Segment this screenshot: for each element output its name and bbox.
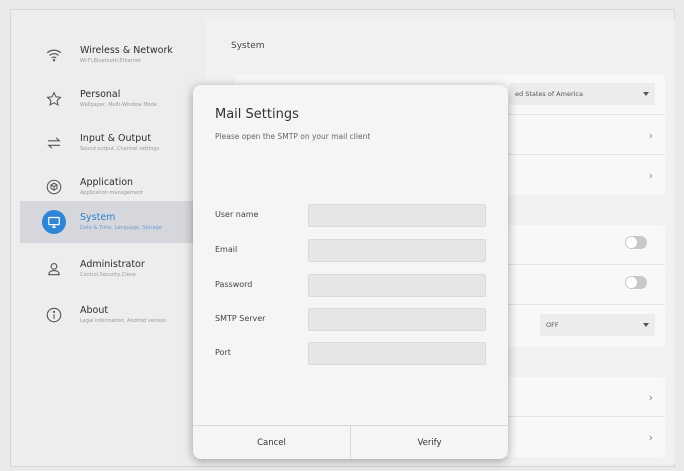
sidebar-item-label: System [80, 212, 116, 223]
password-label: Password [215, 280, 253, 289]
sidebar-item-administrator[interactable]: Administrator Control,Security,Clone [30, 247, 205, 291]
settings-sidebar: Wireless & Network Wi-Fi,Bluetooth,Ether… [20, 19, 206, 464]
username-field[interactable] [308, 204, 486, 227]
chevron-right-icon: › [648, 129, 653, 142]
sidebar-item-sublabel: Date & Time, Language, Storage [80, 225, 162, 231]
sidebar-item-sublabel: Control,Security,Clone [80, 272, 136, 278]
smtp-server-label: SMTP Server [215, 314, 266, 323]
password-field[interactable] [308, 274, 486, 297]
sidebar-item-sublabel: Wi-Fi,Bluetooth,Ethernet [80, 58, 141, 64]
caret-down-icon [643, 92, 649, 96]
star-icon [42, 87, 66, 111]
cancel-button[interactable]: Cancel [193, 426, 350, 459]
sidebar-item-sublabel: Application management [80, 190, 144, 196]
port-label: Port [215, 348, 231, 357]
dialog-description: Please open the SMTP on your mail client [215, 132, 371, 141]
sidebar-item-label: About [80, 305, 109, 316]
sidebar-item-label: Personal [80, 89, 121, 100]
email-field[interactable] [308, 239, 486, 262]
chevron-right-icon: › [648, 431, 653, 444]
sidebar-item-system[interactable]: System Date & Time, Language, Storage [20, 201, 206, 243]
verify-button[interactable]: Verify [350, 426, 508, 459]
username-label: User name [215, 210, 259, 219]
mode-select[interactable]: OFF [540, 314, 655, 336]
chevron-right-icon: › [648, 169, 653, 182]
sidebar-item-label: Wireless & Network [80, 45, 173, 56]
sidebar-item-sublabel: Legal information, Android version [80, 318, 167, 324]
cube-icon [42, 175, 66, 199]
toggle-switch[interactable] [625, 236, 647, 249]
smtp-server-field[interactable] [308, 308, 486, 331]
toggle-switch[interactable] [625, 276, 647, 289]
sidebar-item-label: Input & Output [80, 133, 152, 144]
sidebar-item-sublabel: Wallpaper, Multi-Window Mode [80, 102, 157, 108]
sidebar-item-input-output[interactable]: Input & Output Sound output, Channel set… [30, 121, 205, 165]
dialog-footer: Cancel Verify [193, 425, 508, 459]
sidebar-item-sublabel: Sound output, Channel settings [80, 146, 160, 152]
chevron-right-icon: › [648, 391, 653, 404]
email-label: Email [215, 245, 238, 254]
sidebar-item-personal[interactable]: Personal Wallpaper, Multi-Window Mode [30, 77, 205, 121]
mail-settings-dialog: Mail Settings Please open the SMTP on yo… [193, 85, 508, 459]
sidebar-item-label: Administrator [80, 259, 145, 270]
sidebar-item-label: Application [80, 177, 134, 188]
info-icon [42, 303, 66, 327]
wifi-icon [42, 43, 66, 67]
sidebar-item-about[interactable]: About Legal information, Android version [30, 293, 205, 337]
swap-arrows-icon [42, 131, 66, 155]
dialog-title: Mail Settings [215, 107, 299, 122]
language-select[interactable]: ed States of America [509, 83, 655, 105]
user-icon [42, 257, 66, 281]
mode-select-value: OFF [546, 321, 559, 329]
page-title: System [231, 41, 265, 51]
sidebar-item-wireless-network[interactable]: Wireless & Network Wi-Fi,Bluetooth,Ether… [30, 33, 205, 77]
port-field[interactable] [308, 342, 486, 365]
language-select-value: ed States of America [515, 90, 583, 98]
monitor-icon [42, 210, 66, 234]
caret-down-icon [643, 323, 649, 327]
